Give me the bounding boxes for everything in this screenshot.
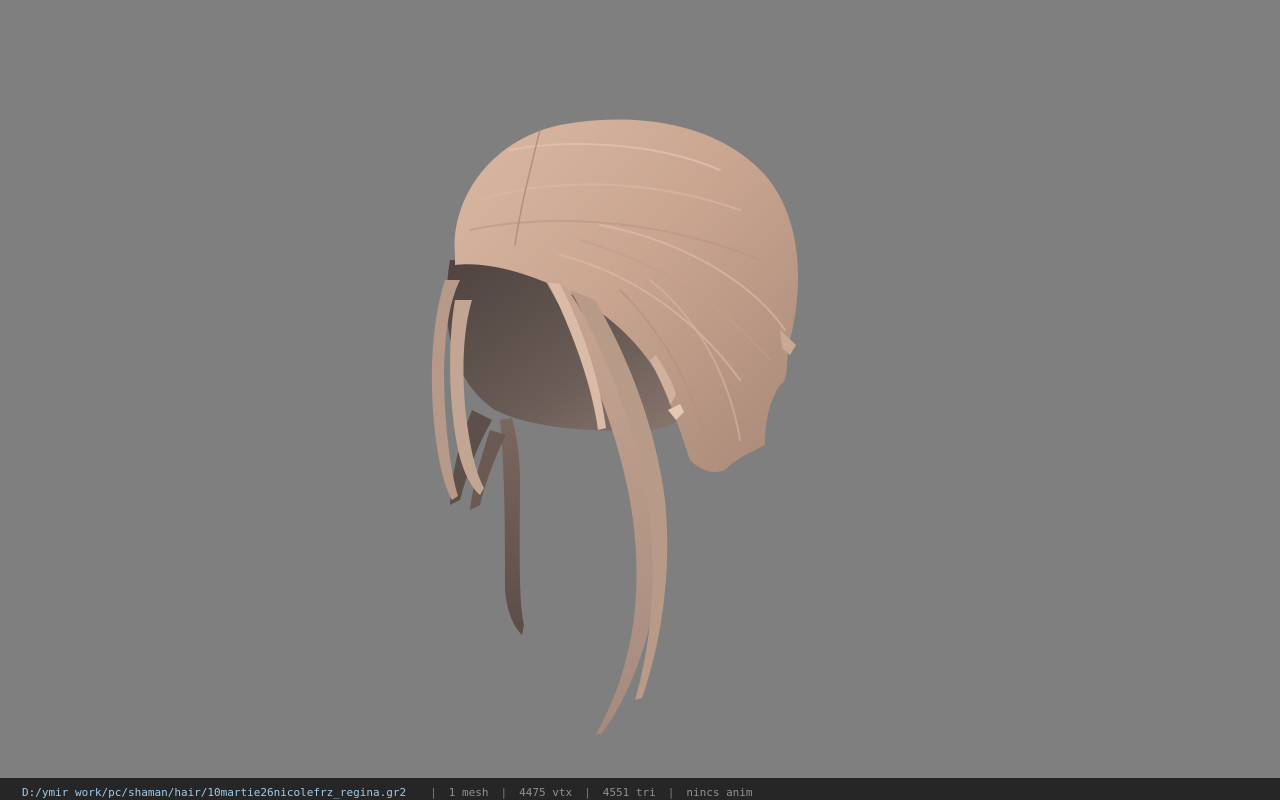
- status-separator: |: [584, 786, 591, 799]
- animation-info: nincs anim: [686, 786, 753, 799]
- 3d-viewport[interactable]: [0, 0, 1280, 778]
- status-separator: |: [430, 786, 437, 799]
- triangle-count: 4551 tri: [602, 786, 656, 799]
- vertex-count: 4475 vtx: [519, 786, 573, 799]
- status-separator: |: [667, 786, 675, 799]
- file-path: D:/ymir work/pc/shaman/hair/10martie26ni…: [22, 786, 407, 799]
- mesh-count: 1 mesh: [448, 786, 489, 799]
- hair-model: [431, 119, 798, 735]
- status-bar: D:/ymir work/pc/shaman/hair/10martie26ni…: [0, 778, 1280, 800]
- status-separator: |: [500, 786, 508, 799]
